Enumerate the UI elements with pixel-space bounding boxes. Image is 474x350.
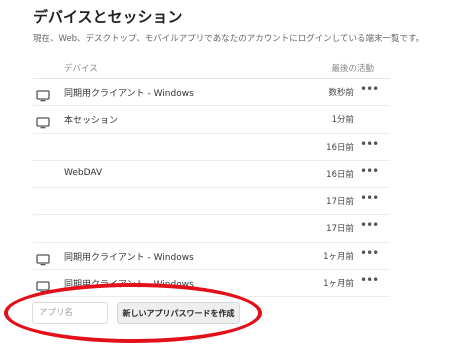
create-app-password-button[interactable]: 新しいアプリパスワードを作成 [117, 302, 240, 324]
device-name: 同期用クライアント - Windows [64, 280, 194, 291]
table-row: 本セッション 1分前 [33, 106, 390, 134]
sessions-table: デバイス 最後の活動 同期用クライアント - Windows 数秒前 ••• 本セッシ… [33, 58, 390, 298]
device-name: 本セッション [64, 116, 119, 127]
more-options-icon[interactable]: ••• [360, 82, 379, 98]
device-name: 同期用クライアント - Windows [64, 252, 194, 263]
page-description: 現在、Web、デスクトップ、モバイルアプリであなたのアカウントにログインしている… [33, 34, 425, 44]
last-activity: 16日前 [326, 142, 354, 153]
last-activity: 1ヶ月前 [323, 279, 354, 290]
more-options-icon[interactable]: ••• [360, 137, 379, 153]
app-name-input[interactable] [32, 302, 108, 324]
table-row: 16日前 ••• [33, 134, 390, 161]
more-options-icon[interactable]: ••• [360, 191, 379, 207]
table-header: デバイス 最後の活動 [33, 58, 390, 79]
more-options-icon[interactable]: ••• [360, 273, 379, 289]
last-activity: 17日前 [326, 224, 354, 235]
table-row: 17日前 ••• [33, 215, 390, 243]
table-row: 同期用クライアント - Windows 1ヶ月前 ••• [33, 243, 390, 271]
table-row: WebDAV 16日前 ••• [33, 161, 390, 189]
table-row: 同期用クライアント - Windows 1ヶ月前 ••• [33, 270, 390, 298]
last-activity: 17日前 [326, 197, 354, 208]
more-options-icon[interactable]: ••• [360, 164, 379, 180]
more-options-icon[interactable]: ••• [360, 246, 379, 262]
last-activity: 1ヶ月前 [323, 251, 354, 262]
last-activity: 数秒前 [328, 88, 354, 98]
more-options-icon[interactable]: ••• [360, 218, 379, 234]
header-device: デバイス [64, 64, 98, 74]
monitor-icon [36, 87, 50, 102]
header-last-activity: 最後の活動 [331, 64, 374, 74]
device-name: 同期用クライアント - Windows [64, 89, 194, 99]
last-activity: 1分前 [331, 115, 354, 126]
device-name: WebDAV [64, 167, 103, 178]
table-row: 同期用クライアント - Windows 数秒前 ••• [33, 79, 390, 107]
monitor-icon [36, 114, 50, 129]
table-row: 17日前 ••• [33, 188, 390, 216]
monitor-icon [36, 251, 50, 266]
monitor-icon [36, 278, 50, 293]
page-title: デバイスとセッション [33, 8, 183, 26]
last-activity: 16日前 [326, 169, 354, 180]
